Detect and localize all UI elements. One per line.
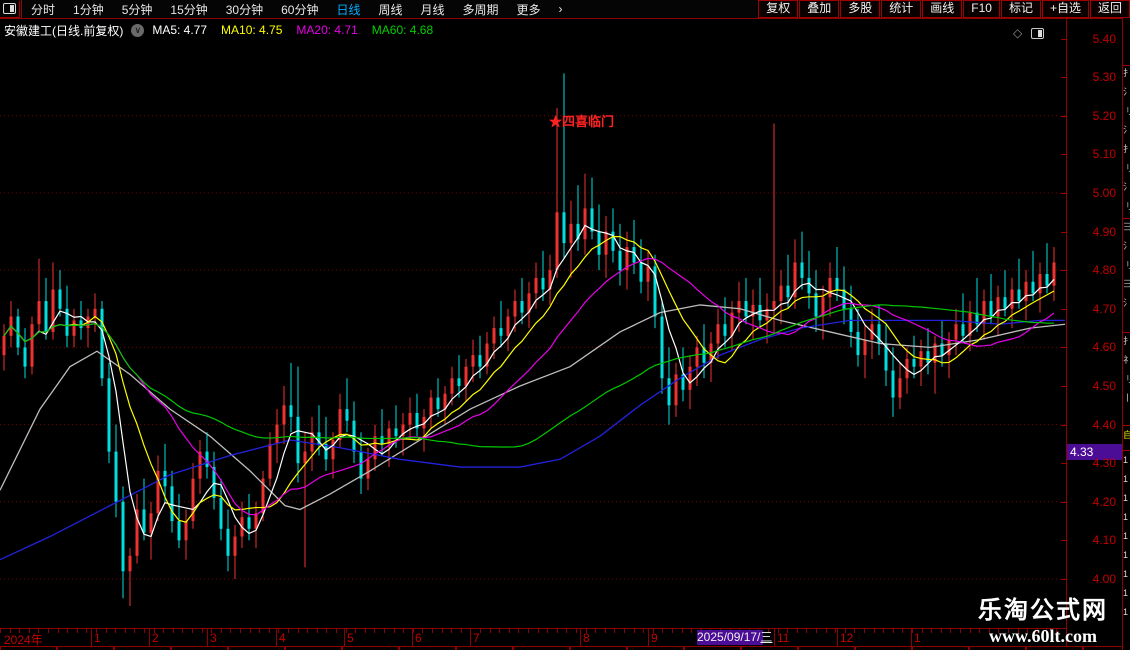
- price-axis-label: 4.90: [1092, 224, 1116, 239]
- candlestick-chart[interactable]: [0, 0, 1066, 628]
- price-axis-label: 4.40: [1092, 417, 1116, 432]
- watermark-url: www.60lt.com: [989, 626, 1097, 646]
- stock-title: 安徽建工(日线.前复权): [4, 23, 124, 38]
- bottom-toolbar-clipped: [0, 646, 1130, 650]
- signal-annotation: ★四喜临门: [549, 114, 615, 129]
- toolbar-button-返回[interactable]: 返回: [1089, 0, 1130, 18]
- stock-chart-app: 分时 1分钟 5分钟 15分钟 30分钟 60分钟 日线 周线 月线 多周期 更多 › 复权 叠加 多股统…: [0, 0, 1130, 650]
- price-axis: 4.33 5.40 5.30 5.20 5.10 5.00 4.90 4.80 4.70 4.6…: [1061, 18, 1122, 646]
- price-axis-label: 4.30: [1092, 456, 1116, 471]
- price-axis-label: 4.70: [1092, 301, 1116, 316]
- price-axis-label: 4.60: [1092, 340, 1116, 355]
- split-panel-icon[interactable]: [1031, 27, 1045, 39]
- diamond-icon[interactable]: ◇: [1013, 26, 1022, 40]
- time-axis-label: 2: [152, 631, 159, 645]
- ma-legend-item: MA5: 4.77: [152, 23, 208, 37]
- price-axis-label: 5.20: [1092, 108, 1116, 123]
- time-axis-label: 4: [279, 631, 286, 645]
- chart-overlay-icons: ◇: [1013, 26, 1045, 40]
- price-axis-label: 4.80: [1092, 263, 1116, 278]
- time-axis-label: 1: [94, 631, 101, 645]
- time-axis-label: 7: [473, 631, 480, 645]
- price-axis-label: 4.20: [1092, 494, 1116, 509]
- time-axis: 2025/09/17/三 2024年 1 2 3 4 5 6 7 8 9 11 12 1: [0, 628, 1067, 647]
- watermark-site-name: 乐淘公式网: [978, 597, 1108, 624]
- ma-legend-item: MA60: 4.68: [371, 23, 434, 37]
- ma-legend-item: MA20: 4.71: [296, 23, 358, 37]
- ma-legend: MA5: 4.77 MA10: 4.75 MA20: 4.71 MA60: 4.68: [152, 23, 447, 37]
- date-highlight-badge: 2025/09/17/三: [697, 630, 773, 645]
- price-axis-label: 5.30: [1092, 70, 1116, 85]
- time-axis-label: 12: [840, 631, 854, 645]
- time-axis-label: 1: [914, 631, 921, 645]
- chart-header: 安徽建工(日线.前复权) ∨ MA5: 4.77 MA10: 4.75 MA20: …: [4, 22, 447, 38]
- time-axis-label: 6: [415, 631, 422, 645]
- price-axis-label: 5.10: [1092, 147, 1116, 162]
- watermark: 乐淘公式网 www.60lt.com: [978, 590, 1108, 647]
- price-axis-label: 4.50: [1092, 378, 1116, 393]
- time-axis-label: 3: [210, 631, 217, 645]
- price-axis-label: 4.00: [1092, 571, 1116, 586]
- time-axis-label: 8: [583, 631, 590, 645]
- ma-legend-item: MA10: 4.75: [221, 23, 283, 37]
- price-axis-label: 5.00: [1092, 185, 1116, 200]
- right-edge-clipped-panel: 扌氵刂氵扌刂氵刂彐氵刂彐氵扌礻刂丨自111111111: [1122, 18, 1130, 650]
- price-axis-label: 4.10: [1092, 533, 1116, 548]
- time-axis-label: 11: [777, 631, 790, 645]
- price-axis-label: 5.40: [1092, 31, 1116, 46]
- chevron-down-icon[interactable]: ∨: [131, 23, 145, 37]
- time-axis-label: 5: [347, 631, 354, 645]
- time-axis-label: 9: [651, 631, 658, 645]
